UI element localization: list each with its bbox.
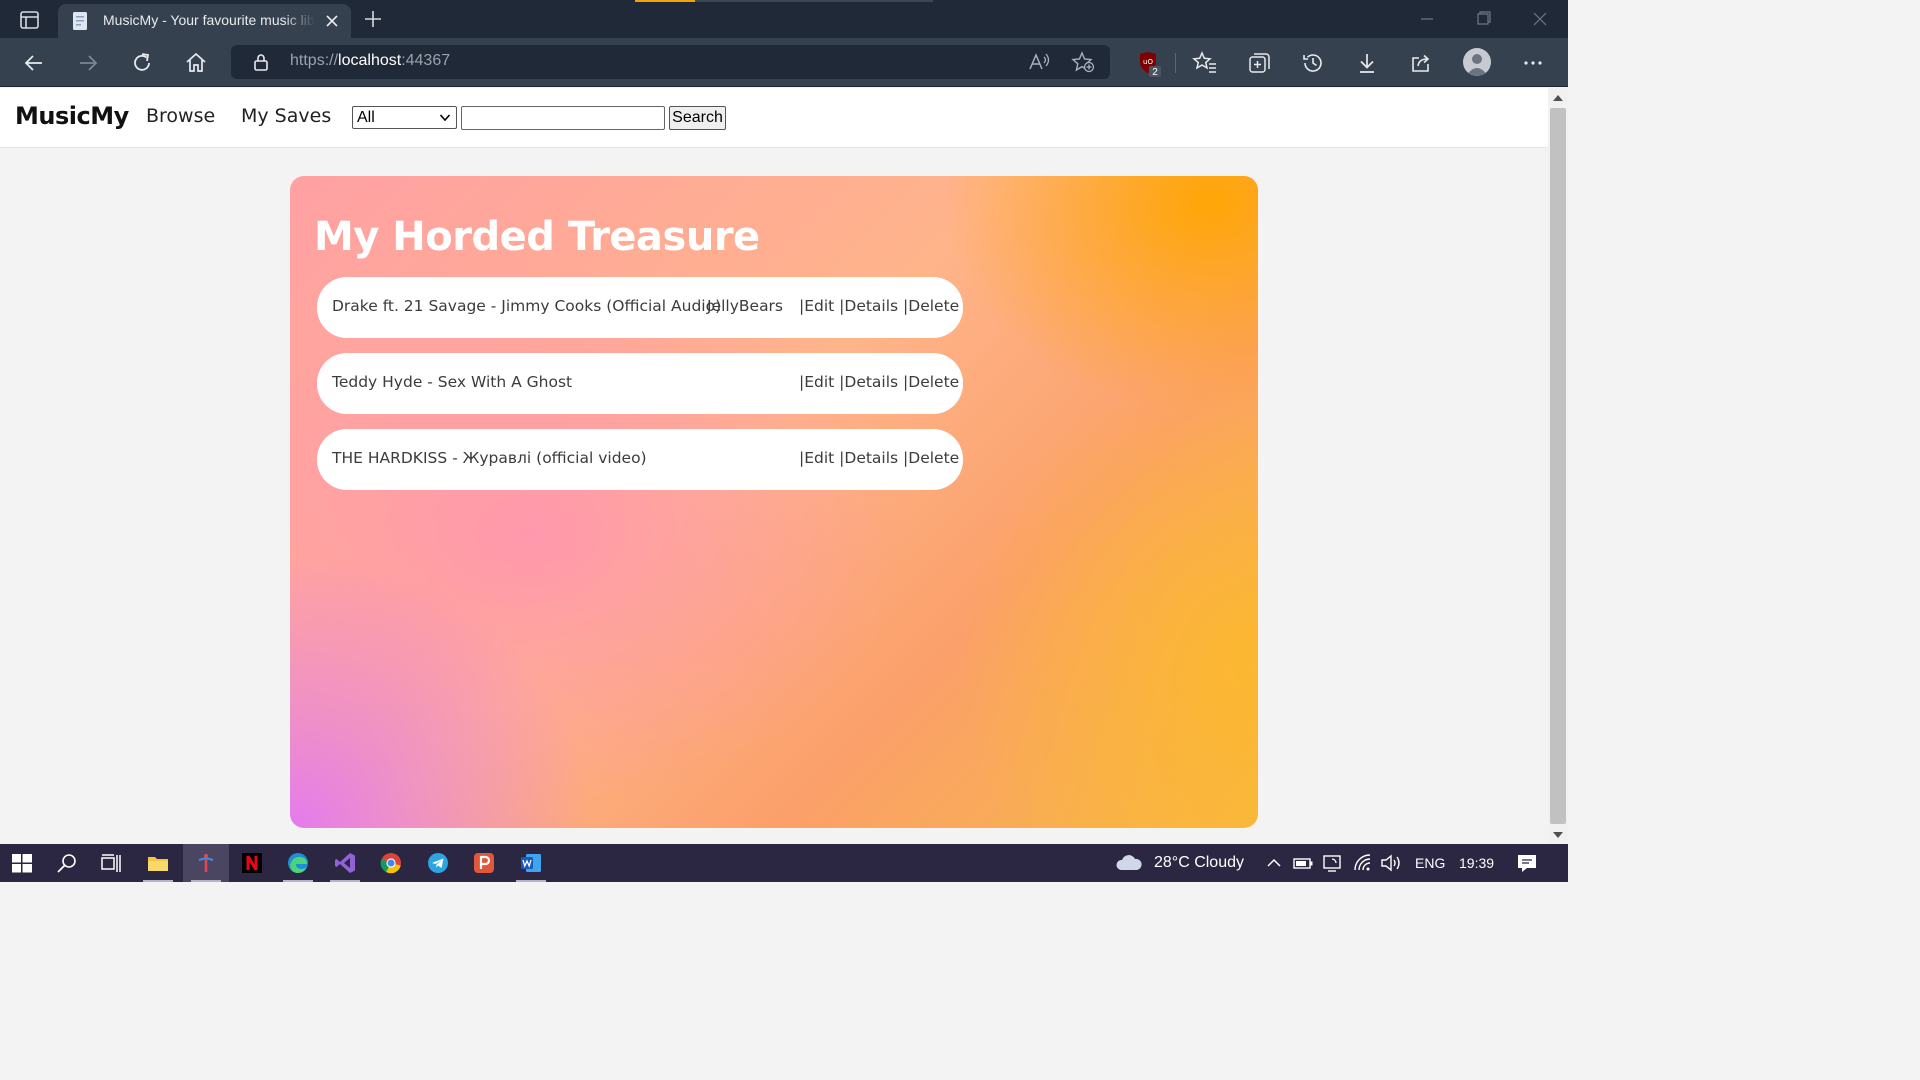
- chevron-up-icon[interactable]: [1263, 852, 1285, 874]
- app-icon[interactable]: [195, 852, 217, 874]
- scrollbar-thumb[interactable]: [1550, 108, 1566, 824]
- more-menu-icon[interactable]: [1520, 50, 1546, 76]
- list-item: Teddy Hyde - Sex With A Ghost |Edit |Det…: [317, 353, 963, 414]
- url-scheme: https://: [290, 52, 339, 69]
- scroll-up-icon[interactable]: [1553, 94, 1563, 102]
- search-input[interactable]: [461, 106, 665, 130]
- nav-my-saves-link[interactable]: My Saves: [241, 105, 331, 127]
- favorites-icon[interactable]: [1192, 50, 1218, 76]
- svg-text:uO: uO: [1143, 58, 1153, 66]
- list-item: THE HARDKISS - Журавлі (official video) …: [317, 429, 963, 490]
- edge-browser-icon[interactable]: [287, 852, 309, 874]
- weather-text[interactable]: 28°C Cloudy: [1154, 854, 1244, 872]
- scroll-down-icon[interactable]: [1553, 831, 1563, 839]
- tab-actions-icon[interactable]: [14, 8, 44, 32]
- visual-studio-icon[interactable]: [334, 852, 356, 874]
- browser-tab[interactable]: MusicMy - Your favourite music library: [58, 4, 351, 38]
- page-viewport: MusicMy Browse My Saves All Search My Ho…: [0, 88, 1548, 844]
- search-icon[interactable]: [56, 852, 78, 874]
- song-title: Drake ft. 21 Savage - Jimmy Cooks (Offic…: [332, 297, 722, 315]
- category-filter-select[interactable]: All: [352, 106, 457, 129]
- profile-avatar[interactable]: [1463, 48, 1491, 76]
- history-icon[interactable]: [1300, 50, 1326, 76]
- app-running-indicator: [191, 880, 221, 882]
- loading-indicator: [635, 0, 695, 2]
- battery-icon[interactable]: [1292, 852, 1314, 874]
- tab-title: MusicMy - Your favourite music library: [103, 12, 315, 28]
- wifi-icon[interactable]: [1352, 852, 1374, 874]
- row-actions-links[interactable]: |Edit |Details |Delete: [799, 297, 959, 315]
- url-host: localhost: [338, 52, 402, 69]
- close-window-icon[interactable]: [1528, 8, 1552, 30]
- refresh-icon[interactable]: [129, 50, 155, 76]
- chevron-down-icon: [439, 114, 451, 122]
- vs-running-indicator: [330, 880, 360, 882]
- toolbar-divider: [1175, 53, 1176, 73]
- cloudy-weather-icon[interactable]: [1114, 852, 1144, 874]
- downloads-icon[interactable]: [1354, 50, 1380, 76]
- url-text[interactable]: https://localhost:44367: [290, 52, 450, 70]
- browser-toolbar: https://localhost:44367 uO 2: [0, 38, 1568, 87]
- add-favorite-icon[interactable]: [1071, 51, 1095, 73]
- powerpoint-like-app-icon[interactable]: [473, 852, 495, 874]
- collections-icon[interactable]: [1246, 50, 1272, 76]
- chrome-icon[interactable]: [380, 852, 402, 874]
- song-owner: JellyBears: [707, 297, 784, 315]
- lock-icon[interactable]: [251, 52, 271, 72]
- row-actions-links[interactable]: |Edit |Details |Delete: [799, 373, 959, 391]
- telegram-icon[interactable]: [427, 852, 449, 874]
- song-title: Teddy Hyde - Sex With A Ghost: [332, 373, 573, 391]
- row-actions-links[interactable]: |Edit |Details |Delete: [799, 449, 959, 467]
- restore-icon[interactable]: [1471, 8, 1495, 30]
- windows-start-icon[interactable]: [11, 852, 33, 874]
- browser-title-bar: MusicMy - Your favourite music library: [0, 0, 1568, 38]
- netflix-icon[interactable]: [241, 852, 263, 874]
- input-language[interactable]: ENG: [1415, 855, 1445, 871]
- file-explorer-running-indicator: [143, 880, 173, 882]
- word-icon[interactable]: [520, 852, 542, 874]
- edge-running-indicator: [283, 880, 313, 882]
- search-button[interactable]: Search: [669, 106, 726, 130]
- display-connect-icon[interactable]: [1322, 852, 1344, 874]
- taskbar-clock[interactable]: 19:39: [1459, 855, 1494, 871]
- user-icon: [1466, 54, 1488, 76]
- volume-icon[interactable]: [1380, 852, 1402, 874]
- read-aloud-icon[interactable]: [1027, 51, 1051, 73]
- ublock-extension-icon[interactable]: uO 2: [1137, 50, 1163, 78]
- filter-selected-value: All: [357, 109, 375, 126]
- brand-logo-link[interactable]: MusicMy: [15, 102, 129, 130]
- new-tab-icon[interactable]: [362, 8, 384, 30]
- loading-track: [695, 0, 933, 2]
- tab-close-icon[interactable]: [323, 12, 341, 30]
- url-port: :44367: [401, 52, 451, 69]
- word-running-indicator: [516, 880, 546, 882]
- saves-panel: My Horded Treasure Drake ft. 21 Savage -…: [290, 176, 1258, 828]
- extension-badge: 2: [1152, 67, 1158, 78]
- panel-title: My Horded Treasure: [314, 214, 760, 260]
- share-icon[interactable]: [1408, 50, 1434, 76]
- windows-taskbar: 28°C Cloudy ENG 19:39: [0, 844, 1568, 882]
- notifications-icon[interactable]: [1516, 852, 1538, 874]
- address-bar[interactable]: https://localhost:44367: [231, 45, 1110, 79]
- site-navbar: MusicMy Browse My Saves All Search: [0, 88, 1548, 148]
- minimize-icon[interactable]: [1415, 8, 1439, 30]
- list-item: Drake ft. 21 Savage - Jimmy Cooks (Offic…: [317, 277, 963, 338]
- forward-icon[interactable]: [75, 50, 101, 76]
- file-explorer-icon[interactable]: [147, 852, 169, 874]
- page-favicon-icon: [73, 12, 87, 30]
- nav-browse-link[interactable]: Browse: [146, 105, 215, 127]
- task-view-icon[interactable]: [100, 852, 122, 874]
- back-icon[interactable]: [21, 50, 47, 76]
- song-title: THE HARDKISS - Журавлі (official video): [332, 449, 647, 467]
- page-scrollbar[interactable]: [1548, 88, 1568, 844]
- home-icon[interactable]: [183, 50, 209, 76]
